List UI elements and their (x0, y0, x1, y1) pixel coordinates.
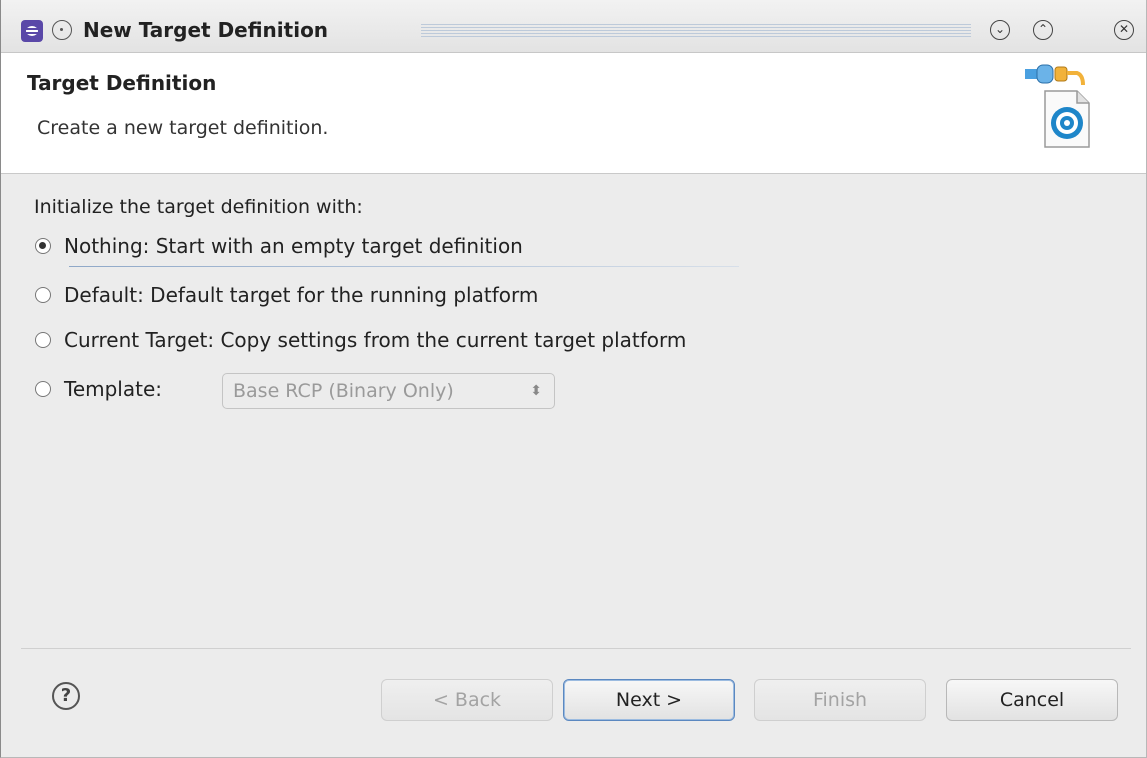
maximize-icon[interactable]: ⌃ (1033, 20, 1053, 40)
button-bar-separator (21, 648, 1131, 649)
page-title: Target Definition (27, 71, 217, 95)
focus-indicator (69, 266, 739, 267)
close-icon[interactable]: ✕ (1114, 20, 1134, 40)
eclipse-icon[interactable] (21, 20, 43, 42)
back-button[interactable]: < Back (381, 679, 553, 721)
radio-button[interactable] (35, 332, 51, 348)
radio-button[interactable] (35, 287, 51, 303)
template-combo-value: Base RCP (Binary Only) (233, 380, 454, 402)
wizard-banner: Target Definition Create a new target de… (1, 53, 1146, 174)
option-template-label[interactable]: Template: (64, 377, 162, 401)
initialize-prompt: Initialize the target definition with: (34, 196, 363, 218)
dialog-window: New Target Definition ⌄ ⌃ ✕ Target Defin… (0, 0, 1147, 758)
radio-button-checked[interactable] (35, 238, 51, 254)
cancel-button[interactable]: Cancel (946, 679, 1118, 721)
title-bar-decoration (421, 24, 971, 38)
window-title: New Target Definition (83, 18, 329, 42)
option-default-label[interactable]: Default: Default target for the running … (64, 283, 538, 307)
option-nothing[interactable]: Nothing: Start with an empty target defi… (35, 234, 523, 258)
template-combo[interactable]: Base RCP (Binary Only) ⬍ (222, 373, 555, 409)
target-definition-wizard-icon (1025, 64, 1090, 148)
title-bar[interactable]: New Target Definition ⌄ ⌃ ✕ (1, 0, 1146, 53)
finish-button[interactable]: Finish (754, 679, 926, 721)
option-template[interactable]: Template: (35, 377, 162, 401)
page-description: Create a new target definition. (37, 117, 329, 139)
help-icon[interactable]: ? (52, 682, 80, 710)
next-button[interactable]: Next > (563, 679, 735, 721)
sticky-icon[interactable] (52, 20, 72, 40)
combo-arrow-icon: ⬍ (530, 383, 542, 399)
option-current-target-label[interactable]: Current Target: Copy settings from the c… (64, 328, 686, 352)
option-default[interactable]: Default: Default target for the running … (35, 283, 538, 307)
radio-button[interactable] (35, 381, 51, 397)
option-current-target[interactable]: Current Target: Copy settings from the c… (35, 328, 686, 352)
minimize-icon[interactable]: ⌄ (990, 20, 1010, 40)
option-nothing-label[interactable]: Nothing: Start with an empty target defi… (64, 234, 523, 258)
